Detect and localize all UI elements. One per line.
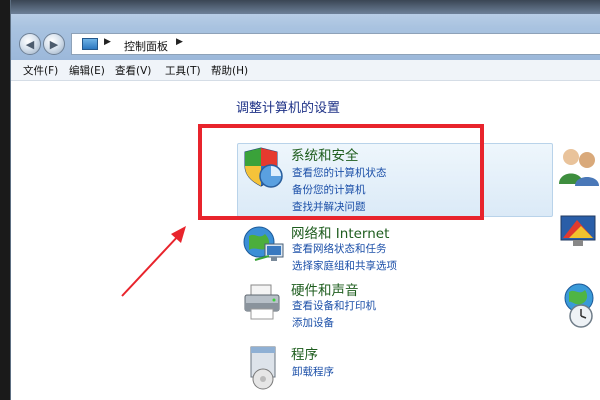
annotation-arrow-icon xyxy=(121,226,186,297)
